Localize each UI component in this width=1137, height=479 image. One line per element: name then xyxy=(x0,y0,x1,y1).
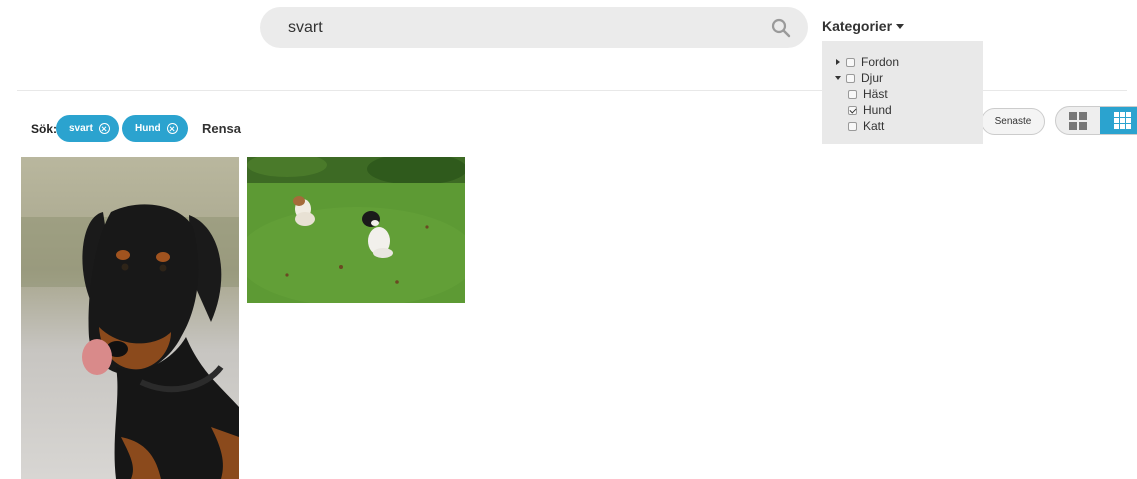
result-image-doberman[interactable] xyxy=(21,157,239,479)
sort-button[interactable]: Senaste xyxy=(981,108,1045,135)
result-image-puppies[interactable] xyxy=(247,157,465,303)
large-grid-view-button[interactable] xyxy=(1056,107,1100,134)
categories-panel: Fordon Djur Häst Hund Katt xyxy=(822,41,983,144)
search-icon[interactable] xyxy=(768,15,794,41)
category-checkbox-hund[interactable] xyxy=(848,105,857,115)
category-item-katt: Katt xyxy=(834,118,983,134)
search-input[interactable] xyxy=(286,6,768,49)
categories-dropdown-toggle[interactable]: Kategorier xyxy=(822,18,905,34)
small-grid-icon xyxy=(1113,112,1131,129)
category-checkbox-djur[interactable] xyxy=(846,73,855,83)
chip-label: Hund xyxy=(135,123,161,134)
view-toggle xyxy=(1055,106,1137,135)
search-bar xyxy=(260,6,808,49)
categories-label: Kategorier xyxy=(822,18,893,34)
category-checkbox-katt[interactable] xyxy=(848,121,857,131)
small-grid-view-button[interactable] xyxy=(1100,107,1137,134)
category-item-hast: Häst xyxy=(834,86,983,102)
expand-arrow-icon[interactable] xyxy=(836,59,840,65)
category-label: Häst xyxy=(863,87,888,101)
filter-chip-svart[interactable]: svart xyxy=(56,115,119,142)
category-item-hund: Hund xyxy=(834,102,983,118)
category-label: Hund xyxy=(863,103,892,117)
filter-label: Sök: xyxy=(31,122,58,136)
caret-down-icon xyxy=(896,23,905,29)
filter-chip-hund[interactable]: Hund xyxy=(122,115,188,142)
category-label: Djur xyxy=(861,71,884,85)
remove-icon[interactable] xyxy=(98,123,110,134)
category-checkbox-hast[interactable] xyxy=(848,89,857,99)
remove-icon[interactable] xyxy=(166,123,178,134)
category-item-fordon: Fordon xyxy=(834,54,983,70)
category-label: Fordon xyxy=(861,55,900,69)
category-checkbox-fordon[interactable] xyxy=(846,57,855,67)
category-item-djur: Djur xyxy=(834,70,983,86)
large-grid-icon xyxy=(1069,111,1087,130)
collapse-arrow-icon[interactable] xyxy=(835,76,841,80)
category-label: Katt xyxy=(863,119,885,133)
chip-label: svart xyxy=(69,123,93,134)
clear-filters-link[interactable]: Rensa xyxy=(202,121,241,136)
